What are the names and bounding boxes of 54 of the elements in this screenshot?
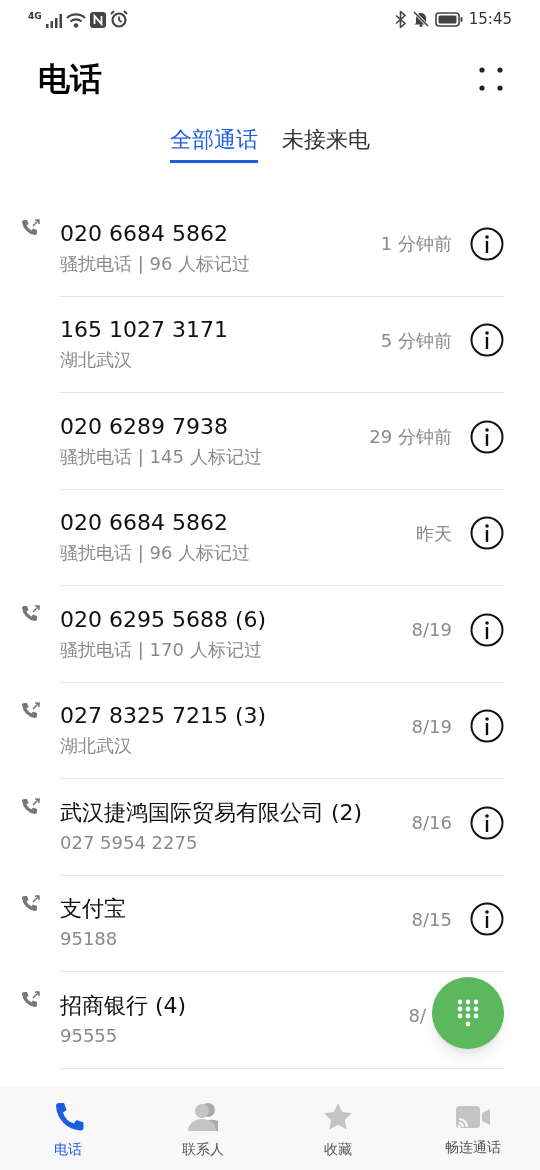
caller-name: 支付宝	[60, 895, 127, 924]
tab[interactable]: 未接来电	[282, 124, 370, 163]
caller-name: 020 6289 7938	[60, 412, 229, 441]
call-time: 8/19	[411, 618, 452, 643]
call-time: 5 分钟前	[380, 328, 452, 353]
caller-name: 武汉捷鸿国际贸易有限公司 (2)	[60, 798, 364, 827]
wifi-icon	[65, 12, 86, 28]
tab[interactable]: 全部通话	[170, 124, 258, 163]
info-icon[interactable]	[470, 323, 504, 358]
caller-name: 027 8325 7215 (3)	[60, 702, 268, 731]
caller-detail: 骚扰电话 | 96 人标记过	[60, 251, 252, 276]
caller-name: 020 6684 5862	[60, 219, 229, 248]
caller-detail: 骚扰电话 | 145 人标记过	[60, 444, 263, 469]
caller-detail: 骚扰电话 | 170 人标记过	[60, 637, 263, 662]
alarm-icon	[109, 10, 128, 28]
caller-detail: 027 5954 2275	[60, 830, 199, 855]
info-icon[interactable]	[470, 226, 504, 261]
caller-detail: 95188	[60, 927, 119, 952]
battery-icon	[434, 11, 463, 27]
call-time: 昨天	[416, 521, 452, 546]
info-icon[interactable]	[470, 612, 504, 647]
clock-time: 15:45	[468, 8, 512, 30]
caller-detail: 湖北武汉	[60, 348, 133, 373]
page-title: 电话	[38, 59, 102, 100]
caller-name: 020 6684 5862	[60, 509, 229, 538]
caller-name: 165 1027 3171	[60, 316, 229, 345]
info-icon[interactable]	[470, 805, 504, 840]
nav-tab[interactable]: 电话	[0, 1086, 135, 1170]
nav-tab[interactable]: 收藏	[270, 1086, 405, 1170]
nfc-icon	[89, 12, 106, 28]
call-time: 8/16	[411, 811, 452, 836]
call-time: 8/	[408, 1004, 426, 1029]
call-time: 8/19	[411, 714, 452, 739]
info-icon[interactable]	[470, 709, 504, 744]
contacts-icon	[186, 1100, 219, 1133]
nav-tab[interactable]: 联系人	[135, 1086, 270, 1170]
caller-detail: 95555	[60, 1023, 119, 1048]
caller-name: 招商银行 (4)	[60, 991, 188, 1020]
network-label: 4G	[28, 12, 42, 21]
signal-icon	[45, 14, 62, 28]
nav-tab[interactable]: 畅连通话	[405, 1086, 540, 1170]
bluetooth-icon	[394, 10, 407, 28]
call-time: 29 分钟前	[369, 425, 452, 450]
more-icon[interactable]	[478, 66, 504, 92]
caller-detail: 骚扰电话 | 96 人标记过	[60, 541, 252, 566]
info-icon[interactable]	[470, 902, 504, 937]
dialpad-icon	[456, 998, 480, 1028]
caller-name: 020 6295 5688 (6)	[60, 605, 268, 634]
info-icon[interactable]	[470, 419, 504, 454]
muted-bell-icon	[412, 11, 429, 27]
call-time: 1 分钟前	[380, 232, 452, 257]
call-time: 8/15	[411, 907, 452, 932]
caller-detail: 湖北武汉	[60, 734, 133, 759]
info-icon[interactable]	[470, 516, 504, 551]
